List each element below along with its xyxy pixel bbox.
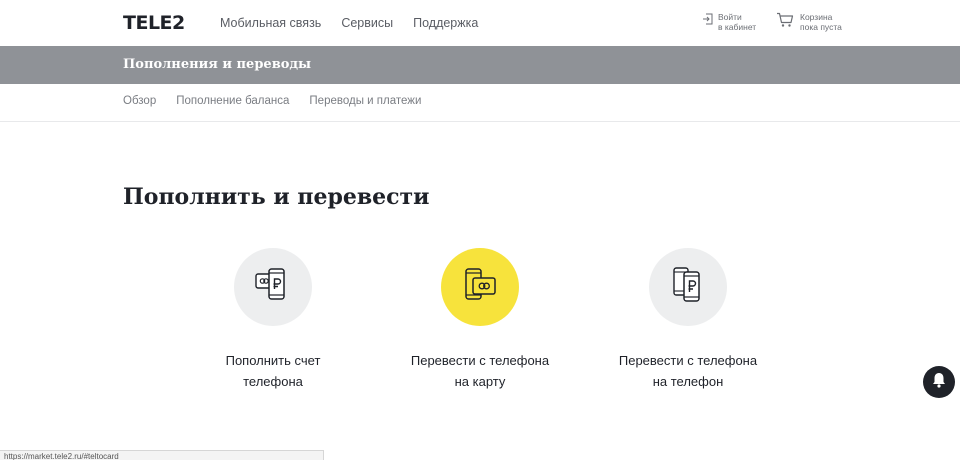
card-phone-to-phone[interactable]: Перевести с телефона на телефон	[588, 248, 788, 392]
login-link[interactable]: Войти в кабинет	[702, 12, 756, 32]
notification-bell-button[interactable]	[923, 366, 955, 398]
card-circle	[441, 248, 519, 326]
nav-services[interactable]: Сервисы	[341, 16, 393, 30]
card-topup-phone[interactable]: Пополнить счет телефона	[173, 248, 373, 392]
subnav-overview[interactable]: Обзор	[123, 95, 156, 107]
login-icon	[702, 12, 713, 30]
card-label-line1: Перевести с телефона	[410, 353, 550, 368]
site-header: TELE2 Мобильная связь Сервисы Поддержка …	[0, 0, 960, 46]
cart-line2: пока пуста	[800, 22, 842, 32]
subnav-topup[interactable]: Пополнение баланса	[176, 95, 289, 107]
phone-to-phone-icon	[668, 265, 708, 310]
main-nav: Мобильная связь Сервисы Поддержка	[220, 16, 478, 30]
section-title: Пополнения и переводы	[123, 57, 312, 72]
bell-icon	[930, 371, 948, 394]
card-label-line1: Пополнить счет	[225, 353, 321, 368]
card-label-line2: на телефон	[652, 374, 724, 389]
nav-support[interactable]: Поддержка	[413, 16, 478, 30]
tele2-logo[interactable]: TELE2	[123, 12, 185, 34]
card-circle	[649, 248, 727, 326]
status-url: https://market.tele2.ru/#teltocard	[0, 450, 324, 460]
card-phone-to-card[interactable]: Перевести с телефона на карту	[380, 248, 580, 392]
card-label-line2: телефона	[243, 374, 303, 389]
phone-card-ruble-icon	[253, 265, 293, 310]
login-line1: Войти	[718, 12, 742, 22]
card-circle	[234, 248, 312, 326]
card-label-line1: Перевести с телефона	[618, 353, 758, 368]
phone-to-card-icon	[460, 265, 500, 310]
cart-line1: Корзина	[800, 12, 833, 22]
subnav-transfers[interactable]: Переводы и платежи	[309, 95, 421, 107]
sub-nav: Обзор Пополнение баланса Переводы и плат…	[0, 84, 960, 122]
cart-icon	[776, 12, 794, 33]
page-heading: Пополнить и перевести	[123, 184, 430, 210]
card-label-line2: на карту	[454, 374, 506, 389]
nav-mobile[interactable]: Мобильная связь	[220, 16, 321, 30]
section-band: Пополнения и переводы	[0, 46, 960, 84]
cart-link[interactable]: Корзина пока пуста	[776, 12, 842, 33]
login-line2: в кабинет	[718, 22, 757, 32]
